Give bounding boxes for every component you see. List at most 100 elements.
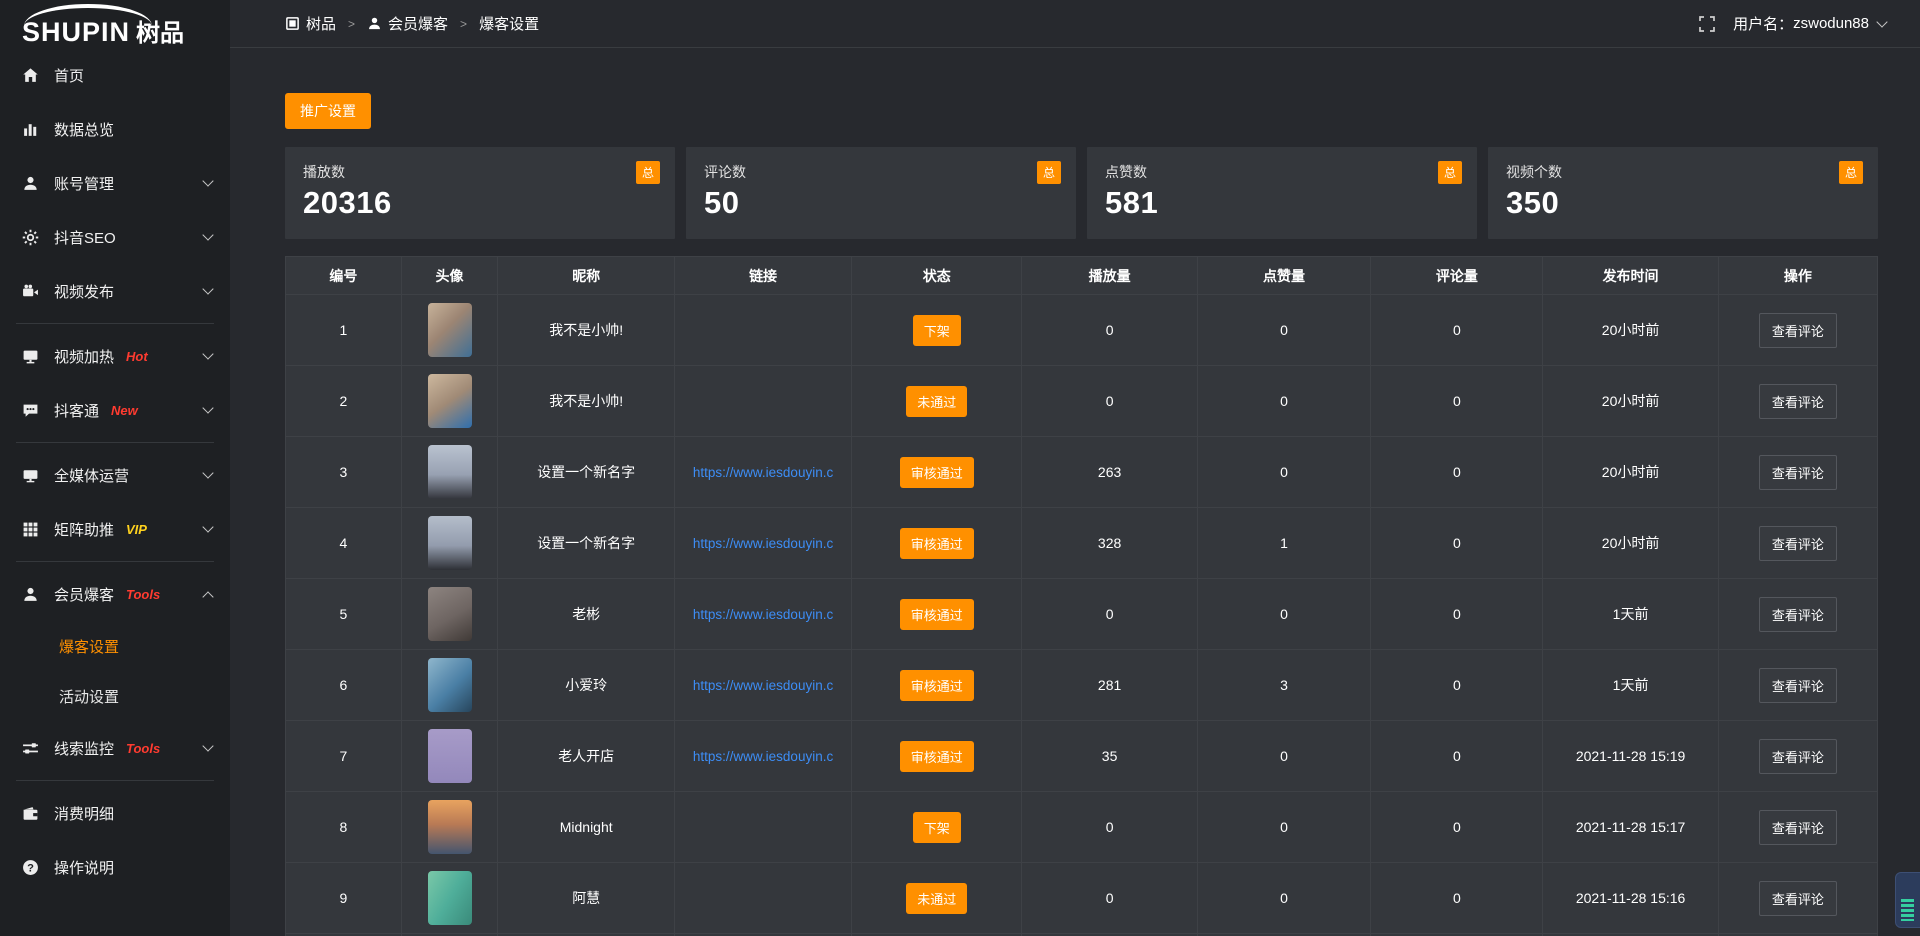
- cell-nickname: Midnight: [498, 792, 675, 863]
- stat-card-comments: 评论数 50 总: [686, 147, 1076, 239]
- status-badge[interactable]: 下架: [913, 812, 961, 843]
- sidebar-item-lead-monitor[interactable]: 线索监控 Tools: [0, 721, 230, 775]
- cell-avatar: [401, 366, 497, 437]
- avatar: [428, 729, 472, 783]
- video-table-container: 编号 头像 昵称 链接 状态 播放量 点赞量 评论量 发布时间 操作 1 我不是…: [285, 256, 1878, 936]
- breadcrumb-item-member-baoke[interactable]: 会员爆客: [388, 13, 448, 34]
- breadcrumb-separator: >: [460, 17, 467, 31]
- sidebar-item-video-publish[interactable]: 视频发布: [0, 264, 230, 318]
- user-icon: [22, 175, 39, 192]
- sidebar-item-label: 视频加热: [54, 346, 114, 367]
- col-header-publish-time: 发布时间: [1543, 257, 1718, 295]
- cell-publish-time: 1天前: [1543, 579, 1718, 650]
- floating-widget[interactable]: [1895, 872, 1920, 928]
- cell-likes: 0: [1197, 295, 1371, 366]
- monitor-icon: [22, 348, 39, 365]
- person-icon: [367, 16, 382, 31]
- cell-plays: 35: [1022, 721, 1197, 792]
- sidebar-subitem-baoke-settings[interactable]: 爆客设置: [0, 621, 230, 671]
- cell-id: 2: [286, 366, 402, 437]
- cell-actions: 查看评论: [1718, 721, 1877, 792]
- cell-comments: 0: [1371, 366, 1543, 437]
- fullscreen-icon[interactable]: [1699, 16, 1715, 32]
- cell-comments: 0: [1371, 508, 1543, 579]
- col-header-actions: 操作: [1718, 257, 1877, 295]
- sidebar-item-doukentong[interactable]: 抖客通 New: [0, 383, 230, 437]
- cell-plays: 281: [1022, 650, 1197, 721]
- status-badge[interactable]: 审核通过: [900, 741, 974, 772]
- status-badge[interactable]: 审核通过: [900, 457, 974, 488]
- cell-status: 未通过: [852, 366, 1022, 437]
- cell-comments: 0: [1371, 792, 1543, 863]
- video-link[interactable]: https://www.iesdouyin.c: [679, 465, 847, 480]
- cell-actions: 查看评论: [1718, 437, 1877, 508]
- status-badge[interactable]: 审核通过: [900, 670, 974, 701]
- cell-status: 审核通过: [852, 579, 1022, 650]
- view-comments-button[interactable]: 查看评论: [1759, 526, 1837, 561]
- cell-actions: 查看评论: [1718, 508, 1877, 579]
- topbar-right: 用户名： zswodun88: [1699, 13, 1886, 34]
- cell-likes: 0: [1197, 437, 1371, 508]
- status-badge[interactable]: 审核通过: [900, 528, 974, 559]
- cell-link: [675, 792, 852, 863]
- view-comments-button[interactable]: 查看评论: [1759, 313, 1837, 348]
- cell-nickname: 设置一个新名字: [498, 437, 675, 508]
- sidebar-item-account-management[interactable]: 账号管理: [0, 156, 230, 210]
- cell-avatar: [401, 437, 497, 508]
- table-row: 7 老人开店 https://www.iesdouyin.c 审核通过 35 0…: [286, 721, 1878, 792]
- svg-text:?: ?: [27, 862, 34, 874]
- stat-label: 点赞数: [1105, 162, 1459, 182]
- sliders-icon: [22, 740, 39, 757]
- breadcrumb-item-shupin[interactable]: 树品: [306, 13, 336, 34]
- status-badge[interactable]: 下架: [913, 315, 961, 346]
- cell-status: 下架: [852, 295, 1022, 366]
- sidebar-item-consumption-detail[interactable]: 消费明细: [0, 786, 230, 840]
- user-menu[interactable]: 用户名： zswodun88: [1733, 13, 1886, 34]
- sidebar-item-home[interactable]: 首页: [0, 48, 230, 102]
- avatar: [428, 303, 472, 357]
- video-link[interactable]: https://www.iesdouyin.c: [679, 749, 847, 764]
- tools-badge: Tools: [126, 587, 160, 602]
- view-comments-button[interactable]: 查看评论: [1759, 881, 1837, 916]
- col-header-comments: 评论量: [1371, 257, 1543, 295]
- cell-id: 7: [286, 721, 402, 792]
- breadcrumb-item-baoke-settings: 爆客设置: [479, 13, 539, 34]
- cell-actions: 查看评论: [1718, 366, 1877, 437]
- cell-publish-time: 2021-11-28 15:16: [1543, 863, 1718, 934]
- sidebar-item-video-heat[interactable]: 视频加热 Hot: [0, 329, 230, 383]
- view-comments-button[interactable]: 查看评论: [1759, 668, 1837, 703]
- view-comments-button[interactable]: 查看评论: [1759, 810, 1837, 845]
- status-badge[interactable]: 审核通过: [900, 599, 974, 630]
- sidebar-item-label: 数据总览: [54, 119, 114, 140]
- cell-publish-time: 20小时前: [1543, 366, 1718, 437]
- avatar: [428, 871, 472, 925]
- promo-settings-button[interactable]: 推广设置: [285, 93, 371, 129]
- view-comments-button[interactable]: 查看评论: [1759, 455, 1837, 490]
- video-link[interactable]: https://www.iesdouyin.c: [679, 678, 847, 693]
- status-badge[interactable]: 未通过: [906, 386, 967, 417]
- sidebar-item-matrix-boost[interactable]: 矩阵助推 VIP: [0, 502, 230, 556]
- cell-likes: 0: [1197, 792, 1371, 863]
- sidebar-item-member-baoke[interactable]: 会员爆客 Tools: [0, 567, 230, 621]
- view-comments-button[interactable]: 查看评论: [1759, 597, 1837, 632]
- view-comments-button[interactable]: 查看评论: [1759, 739, 1837, 774]
- stat-label: 播放数: [303, 162, 657, 182]
- sidebar-item-data-overview[interactable]: 数据总览: [0, 102, 230, 156]
- stat-label: 评论数: [704, 162, 1058, 182]
- sidebar-item-label: 抖音SEO: [54, 227, 116, 248]
- video-link[interactable]: https://www.iesdouyin.c: [679, 607, 847, 622]
- cell-id: 5: [286, 579, 402, 650]
- video-link[interactable]: https://www.iesdouyin.c: [679, 536, 847, 551]
- sidebar-item-instructions[interactable]: ? 操作说明: [0, 840, 230, 894]
- vip-badge: VIP: [126, 522, 147, 537]
- cell-id: 3: [286, 437, 402, 508]
- username-label: 用户名：: [1733, 13, 1793, 34]
- view-comments-button[interactable]: 查看评论: [1759, 384, 1837, 419]
- chevron-down-icon: [202, 740, 213, 751]
- cell-link: https://www.iesdouyin.c: [675, 508, 852, 579]
- cell-nickname: 阿慧: [498, 863, 675, 934]
- sidebar-subitem-activity-settings[interactable]: 活动设置: [0, 671, 230, 721]
- sidebar-item-douyin-seo[interactable]: 抖音SEO: [0, 210, 230, 264]
- status-badge[interactable]: 未通过: [906, 883, 967, 914]
- sidebar-item-omnimedia[interactable]: 全媒体运营: [0, 448, 230, 502]
